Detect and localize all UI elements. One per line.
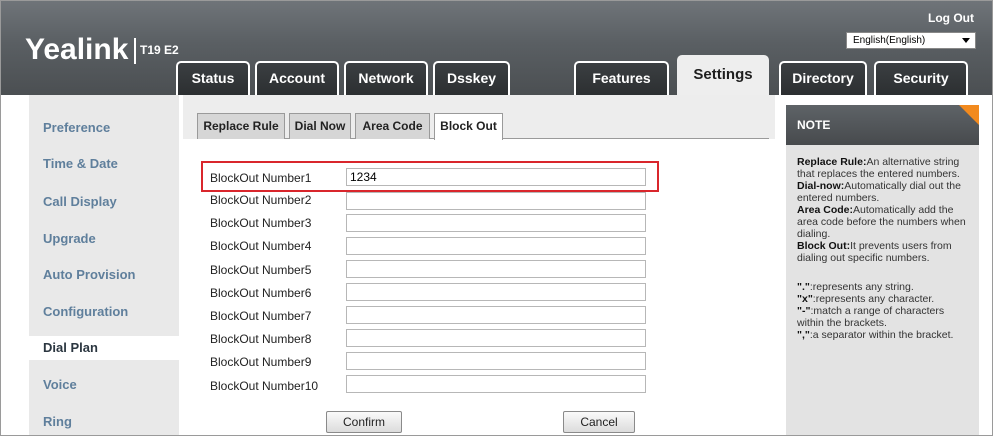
note-dash-rule: "-":match a range of characters within t…	[797, 305, 973, 329]
tab-account[interactable]: Account	[255, 61, 339, 95]
subtab-area-code[interactable]: Area Code	[355, 113, 430, 139]
blockout-number8-input[interactable]	[346, 329, 646, 347]
blockout-number2-input[interactable]	[346, 192, 646, 210]
subtab-block-out[interactable]: Block Out	[434, 113, 503, 140]
subtab-dial-now[interactable]: Dial Now	[289, 113, 351, 139]
tab-dsskey[interactable]: Dsskey	[433, 61, 510, 95]
blockout-number8-label: BlockOut Number8	[210, 332, 312, 346]
blockout-number7-label: BlockOut Number7	[210, 309, 312, 323]
sidebar-item-call-display[interactable]: Call Display	[29, 190, 179, 214]
note-block-out: Block Out:It prevents users from dialing…	[797, 240, 973, 264]
blockout-number9-label: BlockOut Number9	[210, 355, 312, 369]
note-term: Replace Rule:	[797, 156, 867, 168]
note-term: ","	[797, 329, 810, 341]
note-x-rule: "x":represents any character.	[797, 293, 973, 305]
sidebar-item-upgrade[interactable]: Upgrade	[29, 227, 179, 251]
language-select[interactable]: English(English)	[846, 32, 976, 49]
blockout-number3-label: BlockOut Number3	[210, 216, 312, 230]
note-text: :match a range of characters within the …	[797, 305, 945, 329]
note-replace-rule: Replace Rule:An alternative string that …	[797, 156, 973, 180]
note-text: :a separator within the bracket.	[809, 329, 954, 341]
note-body: Replace Rule:An alternative string that …	[797, 156, 973, 341]
blockout-number6-label: BlockOut Number6	[210, 286, 312, 300]
tab-features[interactable]: Features	[574, 61, 669, 95]
blockout-number2-label: BlockOut Number2	[210, 193, 312, 207]
blockout-number4-label: BlockOut Number4	[210, 239, 312, 253]
blockout-number7-input[interactable]	[346, 306, 646, 324]
note-term: Dial-now:	[797, 180, 845, 192]
note-title: NOTE	[797, 118, 831, 132]
blockout-number3-input[interactable]	[346, 214, 646, 232]
tab-settings[interactable]: Settings	[677, 55, 769, 95]
sidebar-item-auto-provision[interactable]: Auto Provision	[29, 263, 179, 287]
note-text: :represents any character.	[812, 293, 935, 305]
sidebar-item-configuration[interactable]: Configuration	[29, 300, 179, 324]
note-term: "x"	[797, 293, 813, 305]
subtab-replace-rule[interactable]: Replace Rule	[197, 113, 285, 139]
blockout-number9-input[interactable]	[346, 352, 646, 370]
tab-security[interactable]: Security	[874, 61, 968, 95]
note-dot-rule: ".":represents any string.	[797, 281, 973, 293]
note-term: "."	[797, 281, 810, 293]
blockout-number6-input[interactable]	[346, 283, 646, 301]
note-area-code: Area Code:Automatically add the area cod…	[797, 204, 973, 240]
sidebar-item-ring[interactable]: Ring	[29, 410, 179, 434]
tab-status[interactable]: Status	[176, 61, 250, 95]
blockout-number5-label: BlockOut Number5	[210, 263, 312, 277]
blockout-number4-input[interactable]	[346, 237, 646, 255]
note-comma-rule: ",":a separator within the bracket.	[797, 329, 973, 341]
sidebar-item-dial-plan[interactable]: Dial Plan	[29, 336, 183, 360]
confirm-button[interactable]: Confirm	[326, 411, 402, 433]
tab-network[interactable]: Network	[344, 61, 428, 95]
blockout-number10-label: BlockOut Number10	[210, 379, 319, 393]
note-term: "-"	[797, 305, 811, 317]
browser-page: Yealink T19 E2 Log Out English(English) …	[0, 0, 993, 436]
sidebar-item-voice[interactable]: Voice	[29, 373, 179, 397]
model-label: T19 E2	[140, 43, 179, 57]
blockout-number10-input[interactable]	[346, 375, 646, 393]
logout-link[interactable]: Log Out	[928, 11, 974, 25]
note-dial-now: Dial-now:Automatically dial out the ente…	[797, 180, 973, 204]
brand-logo: Yealink	[25, 33, 129, 66]
note-term: Block Out:	[797, 240, 851, 252]
highlight-box	[201, 161, 659, 192]
sidebar-item-time-date[interactable]: Time & Date	[29, 152, 179, 176]
chevron-down-icon	[962, 38, 970, 43]
logo-divider	[134, 38, 136, 64]
note-term: Area Code:	[797, 204, 854, 216]
note-spacer	[797, 264, 973, 281]
note-text: :represents any string.	[809, 281, 914, 293]
note-corner-icon	[959, 105, 979, 125]
tab-directory[interactable]: Directory	[779, 61, 867, 95]
cancel-button[interactable]: Cancel	[563, 411, 635, 433]
sidebar-item-preference[interactable]: Preference	[29, 116, 179, 140]
blockout-number5-input[interactable]	[346, 260, 646, 278]
language-value: English(English)	[853, 35, 926, 46]
